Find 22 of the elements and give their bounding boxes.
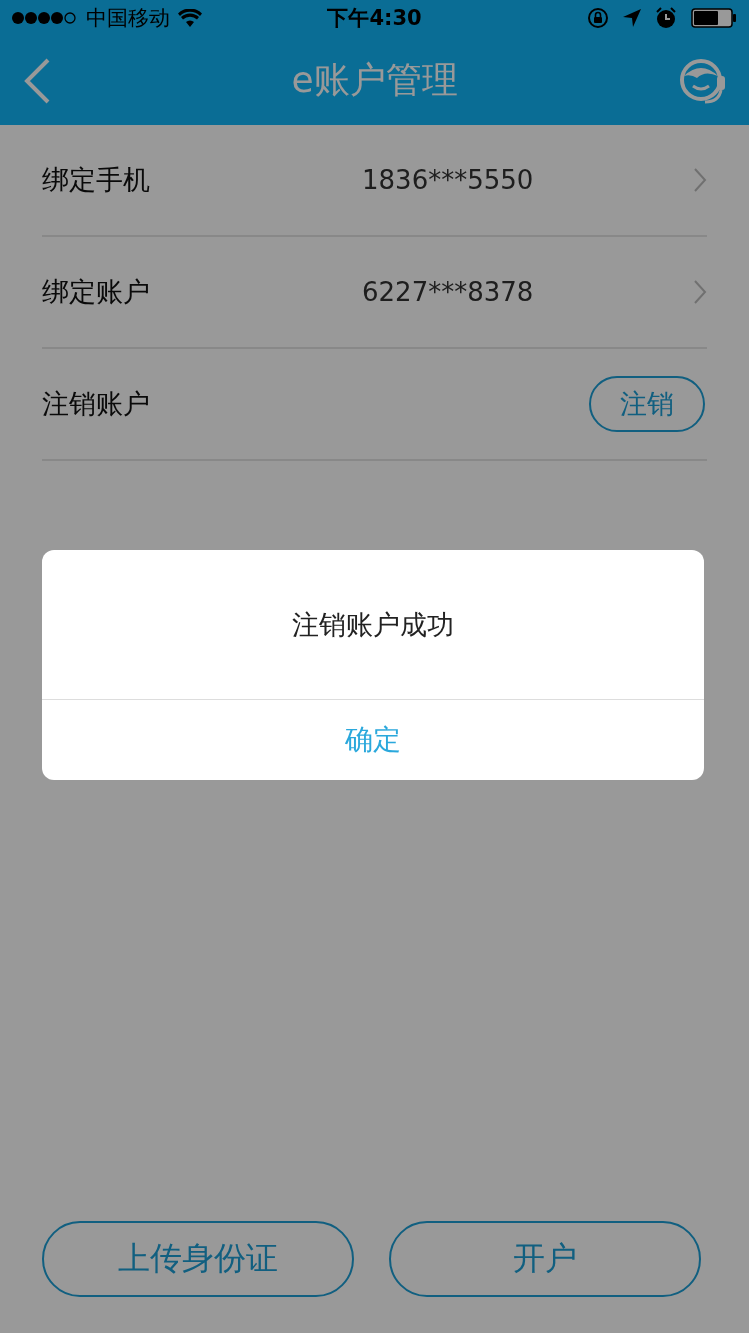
- back-icon[interactable]: [22, 56, 52, 105]
- wifi-icon: [178, 9, 202, 27]
- clock-time: 下午4:30: [327, 6, 422, 30]
- action-button[interactable]: 上传身份证: [42, 1221, 354, 1297]
- page-title: e账户管理: [291, 58, 458, 102]
- chevron-right-icon[interactable]: [693, 167, 707, 193]
- battery-icon: [691, 8, 737, 28]
- location-icon: [623, 9, 641, 27]
- row-label: 绑定手机: [42, 163, 151, 197]
- row-label: 绑定账户: [42, 275, 151, 309]
- rotation-lock-icon: [587, 7, 609, 29]
- chevron-right-icon[interactable]: [693, 279, 707, 305]
- action-button[interactable]: 开户: [389, 1221, 701, 1297]
- cancel-account-button[interactable]: 注销: [589, 376, 705, 432]
- carrier-name: 中国移动: [86, 5, 170, 32]
- alarm-icon: [655, 7, 677, 29]
- dialog-message: 注销账户成功: [292, 607, 454, 642]
- confirm-button[interactable]: 确定: [42, 700, 704, 780]
- row-label: 注销账户: [42, 387, 151, 421]
- signal-icon: [12, 11, 78, 25]
- row-value: 1836***5550: [362, 165, 534, 195]
- row-value: 6227***8378: [362, 277, 534, 307]
